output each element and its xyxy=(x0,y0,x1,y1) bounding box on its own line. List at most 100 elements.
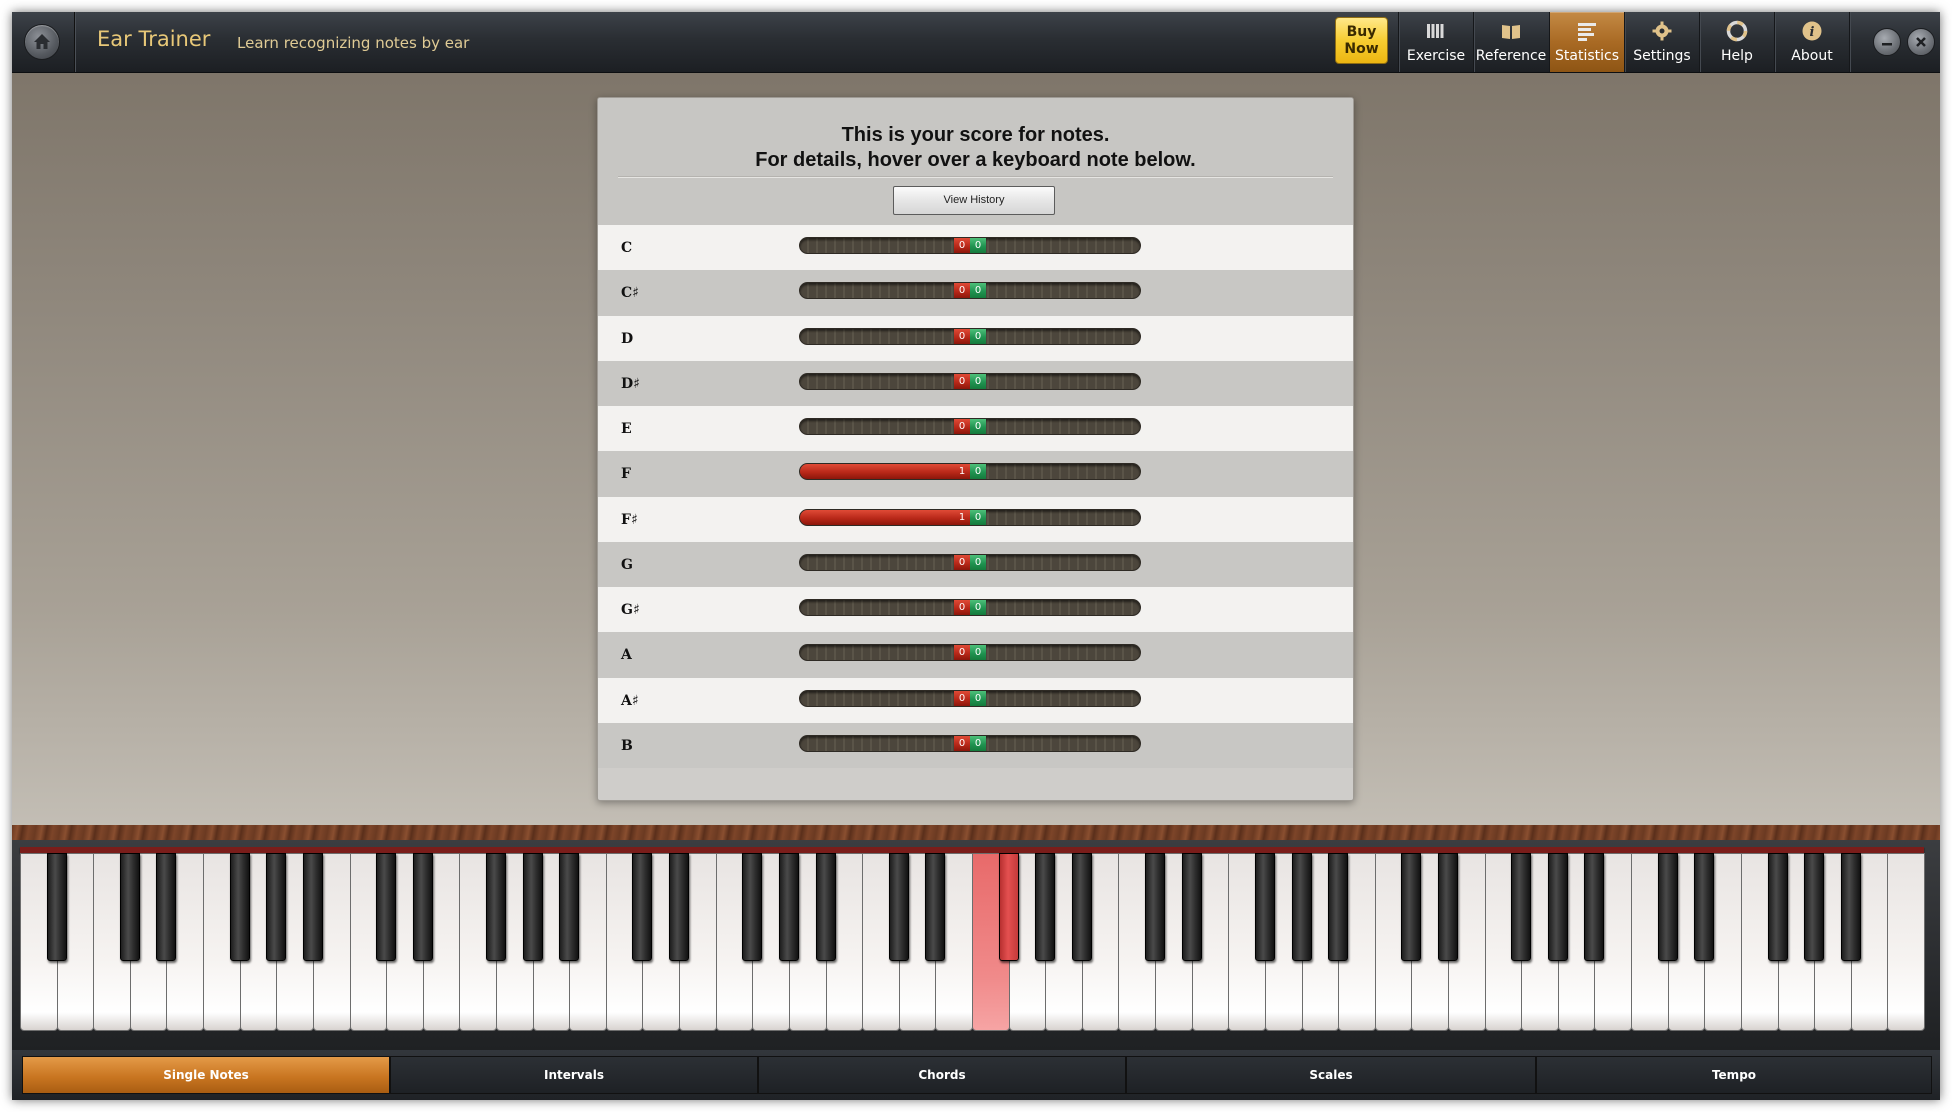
score-row: D 00 xyxy=(598,315,1353,361)
black-key[interactable] xyxy=(1438,853,1458,961)
panel-header: This is your score for notes. For detail… xyxy=(598,98,1353,225)
piano xyxy=(12,840,1940,1050)
white-key[interactable] xyxy=(1887,853,1925,1031)
nav-exercise[interactable]: Exercise xyxy=(1399,12,1473,72)
minimize-icon xyxy=(1882,43,1892,46)
black-key[interactable] xyxy=(778,853,799,961)
score-bar: 00 xyxy=(799,689,1141,707)
score-bar: 00 xyxy=(799,734,1141,752)
separator xyxy=(1849,12,1850,72)
mode-tabs: Single Notes Intervals Chords Scales Tempo xyxy=(12,1050,1940,1100)
black-key[interactable] xyxy=(156,853,177,961)
tab-intervals[interactable]: Intervals xyxy=(390,1056,758,1094)
close-icon xyxy=(1916,37,1926,47)
black-key[interactable] xyxy=(1657,853,1678,961)
black-key[interactable] xyxy=(1254,853,1275,961)
black-key[interactable] xyxy=(669,853,690,961)
info-icon: i xyxy=(1802,21,1822,41)
black-key[interactable] xyxy=(632,853,653,961)
black-key[interactable] xyxy=(302,853,323,961)
wrong-fill xyxy=(800,509,970,525)
right-count: 0 xyxy=(970,373,986,389)
black-key[interactable] xyxy=(925,853,946,961)
right-count: 0 xyxy=(970,645,986,661)
wrong-count: 1 xyxy=(958,466,966,478)
score-bar: 10 xyxy=(799,508,1141,526)
view-history-button[interactable]: View History xyxy=(893,186,1055,215)
right-count: 0 xyxy=(970,509,986,525)
black-key[interactable] xyxy=(1511,853,1532,961)
nav-statistics[interactable]: Statistics xyxy=(1550,12,1624,72)
score-bar: 00 xyxy=(799,418,1141,435)
score-bar: 00 xyxy=(799,644,1141,662)
black-key[interactable] xyxy=(1694,853,1715,961)
right-count: 0 xyxy=(970,238,986,253)
panel-title-line1: This is your score for notes. xyxy=(841,124,1110,146)
wrong-count: 0 xyxy=(954,373,970,389)
black-key[interactable] xyxy=(998,853,1019,961)
black-key[interactable] xyxy=(742,853,763,961)
minimize-button[interactable] xyxy=(1873,28,1901,56)
black-key[interactable] xyxy=(1291,853,1312,961)
tab-chords[interactable]: Chords xyxy=(758,1056,1126,1094)
black-key[interactable] xyxy=(1181,853,1202,961)
home-button[interactable] xyxy=(24,24,60,60)
note-label: B xyxy=(621,737,633,754)
right-count: 0 xyxy=(970,283,986,299)
score-row: A 00 xyxy=(598,632,1353,678)
black-key[interactable] xyxy=(119,853,140,961)
note-label: F♯ xyxy=(621,511,638,528)
separator xyxy=(74,12,75,72)
buy-now-button[interactable]: Buy Now xyxy=(1335,17,1388,64)
nav-label: Statistics xyxy=(1555,48,1619,64)
panel-title: This is your score for notes. For detail… xyxy=(598,123,1353,173)
black-key[interactable] xyxy=(412,853,433,961)
black-key[interactable] xyxy=(1840,853,1861,961)
note-label: D♯ xyxy=(621,375,640,392)
black-key[interactable] xyxy=(376,853,397,961)
black-key[interactable] xyxy=(1401,853,1422,961)
tab-tempo[interactable]: Tempo xyxy=(1536,1056,1932,1094)
score-row: C♯ 0 0 xyxy=(598,270,1353,316)
black-key[interactable] xyxy=(559,853,580,961)
score-list: C 0 0 C♯ 0 0 D 0 0 D♯ 0 0 E 0 0 F 1 0 F♯ 1 0 G 0 0 G♯ 0 0 A 0 0 A♯ 0 0 B 0… xyxy=(598,225,1353,768)
nav-about[interactable]: i About xyxy=(1775,12,1849,72)
nav-settings[interactable]: Settings xyxy=(1625,12,1699,72)
bars-icon xyxy=(1578,23,1596,41)
black-key[interactable] xyxy=(1547,853,1568,961)
black-key[interactable] xyxy=(1328,853,1349,961)
black-key[interactable] xyxy=(266,853,287,961)
black-key[interactable] xyxy=(815,853,836,961)
title-bar: Ear Trainer Learn recognizing notes by e… xyxy=(12,12,1940,73)
black-key[interactable] xyxy=(1071,853,1092,961)
black-key[interactable] xyxy=(1767,853,1788,961)
svg-text:i: i xyxy=(1810,25,1815,40)
black-key[interactable] xyxy=(1035,853,1056,961)
score-panel: This is your score for notes. For detail… xyxy=(597,97,1354,801)
buy-now-line1: Buy xyxy=(1346,24,1377,40)
right-count: 0 xyxy=(970,735,986,751)
tab-scales[interactable]: Scales xyxy=(1126,1056,1536,1094)
black-key[interactable] xyxy=(1584,853,1605,961)
black-key[interactable] xyxy=(229,853,250,961)
black-key[interactable] xyxy=(1145,853,1166,961)
black-key[interactable] xyxy=(522,853,543,961)
keyboard xyxy=(20,853,1925,1035)
black-key[interactable] xyxy=(888,853,909,961)
note-label: C xyxy=(621,240,633,256)
score-bar: 00 xyxy=(799,553,1141,571)
black-key[interactable] xyxy=(1804,853,1825,961)
right-count: 0 xyxy=(970,554,986,570)
tab-single-notes[interactable]: Single Notes xyxy=(22,1056,390,1094)
app-title: Ear Trainer xyxy=(97,27,211,51)
nav-help[interactable]: Help xyxy=(1700,12,1774,72)
wrong-count: 0 xyxy=(954,690,970,706)
nav-reference[interactable]: Reference xyxy=(1474,12,1548,72)
close-button[interactable] xyxy=(1907,28,1935,56)
black-key[interactable] xyxy=(46,853,67,961)
score-bar: 00 xyxy=(799,372,1141,390)
black-key[interactable] xyxy=(486,853,506,961)
app-window: Ear Trainer Learn recognizing notes by e… xyxy=(12,12,1940,1100)
nav-label: About xyxy=(1791,48,1833,64)
note-label: F xyxy=(621,466,631,483)
